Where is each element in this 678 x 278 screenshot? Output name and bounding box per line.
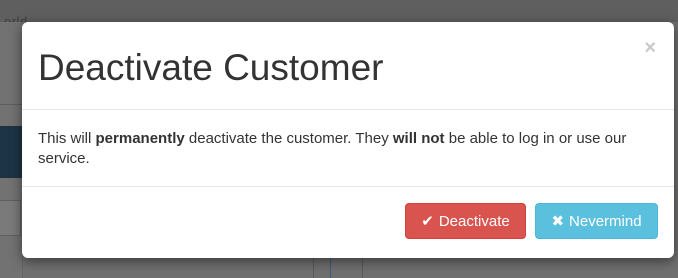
close-button[interactable]: ×	[644, 38, 656, 58]
nevermind-button[interactable]: ✖ Nevermind	[535, 203, 658, 239]
deactivate-button[interactable]: ✔ Deactivate	[405, 203, 526, 239]
background-input	[0, 200, 21, 236]
close-icon: ×	[644, 37, 656, 59]
background-divider	[330, 258, 331, 278]
deactivate-button-label: Deactivate	[438, 212, 510, 230]
modal-header: Deactivate Customer ×	[22, 22, 674, 110]
modal-body: This will permanently deactivate the cus…	[22, 110, 674, 187]
body-text: This will	[38, 130, 96, 147]
background-divider	[313, 258, 314, 278]
body-text: deactivate the customer. They	[184, 130, 393, 147]
background-nav-block	[0, 126, 22, 178]
body-emphasis-will-not: will not	[392, 130, 445, 147]
deactivate-customer-modal: Deactivate Customer × This will permanen…	[22, 22, 674, 258]
body-emphasis-permanently: permanently	[95, 130, 185, 147]
background-divider	[362, 258, 363, 278]
check-icon: ✔	[421, 212, 434, 230]
nevermind-button-label: Nevermind	[569, 212, 642, 230]
background-topbar: orld	[0, 0, 678, 29]
close-icon: ✖	[551, 212, 565, 230]
modal-footer: ✔ Deactivate ✖ Nevermind	[22, 187, 674, 258]
modal-title: Deactivate Customer	[38, 47, 384, 88]
background-divider	[0, 104, 22, 105]
